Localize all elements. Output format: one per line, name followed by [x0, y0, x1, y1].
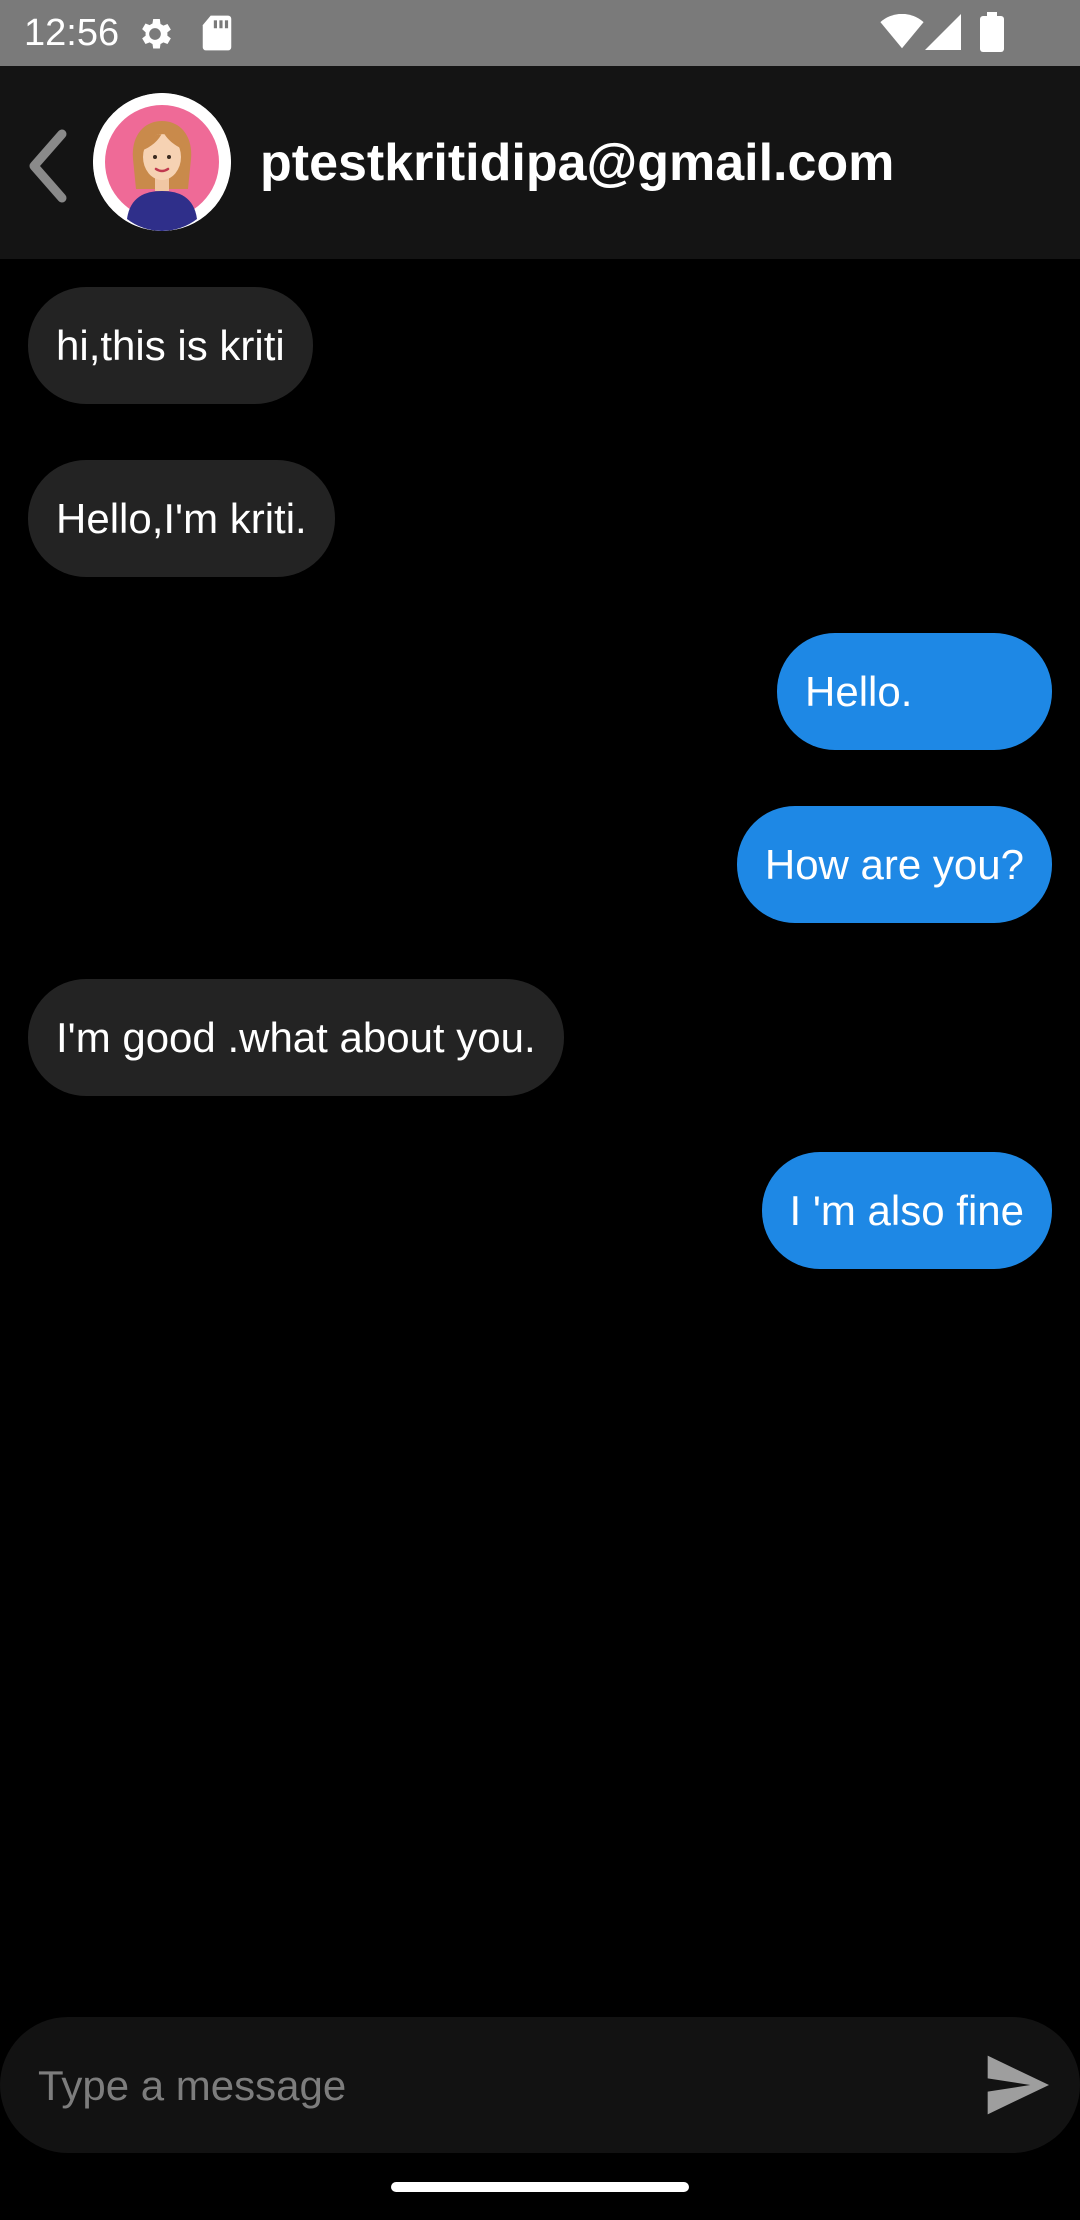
- contact-name: ptestkritidipa@gmail.com: [260, 134, 895, 192]
- wifi-icon: [880, 14, 924, 49]
- status-time: 12:56: [24, 12, 120, 54]
- message-input[interactable]: [36, 2041, 940, 2131]
- incoming-message[interactable]: Hello,I'm kriti.: [28, 460, 335, 577]
- incoming-message[interactable]: I'm good .what about you.: [28, 979, 564, 1096]
- battery-icon: [980, 12, 1004, 52]
- signal-icon: [925, 14, 961, 50]
- sd-card-icon: [202, 15, 232, 51]
- outgoing-message[interactable]: I 'm also fine: [761, 1152, 1052, 1269]
- message-list: hi,this is kriti Hello,I'm kriti. Hello.…: [0, 259, 1080, 1999]
- send-icon[interactable]: [985, 2055, 1049, 2115]
- outgoing-message[interactable]: Hello.: [777, 633, 1052, 750]
- message-composer: [0, 2017, 1080, 2153]
- incoming-message[interactable]: hi,this is kriti: [28, 287, 313, 404]
- settings-icon: [142, 19, 171, 49]
- avatar[interactable]: [93, 93, 231, 231]
- chevron-left-icon[interactable]: [18, 126, 78, 206]
- chat-screen: 12:56 ptestkritidipa@gmail.com hi,this i…: [0, 0, 1080, 2220]
- chat-header: ptestkritidipa@gmail.com: [0, 66, 1080, 259]
- avatar-illustration: [93, 93, 231, 231]
- navigation-handle[interactable]: [391, 2182, 689, 2192]
- outgoing-message[interactable]: How are you?: [736, 806, 1052, 923]
- status-bar: 12:56: [0, 0, 1080, 66]
